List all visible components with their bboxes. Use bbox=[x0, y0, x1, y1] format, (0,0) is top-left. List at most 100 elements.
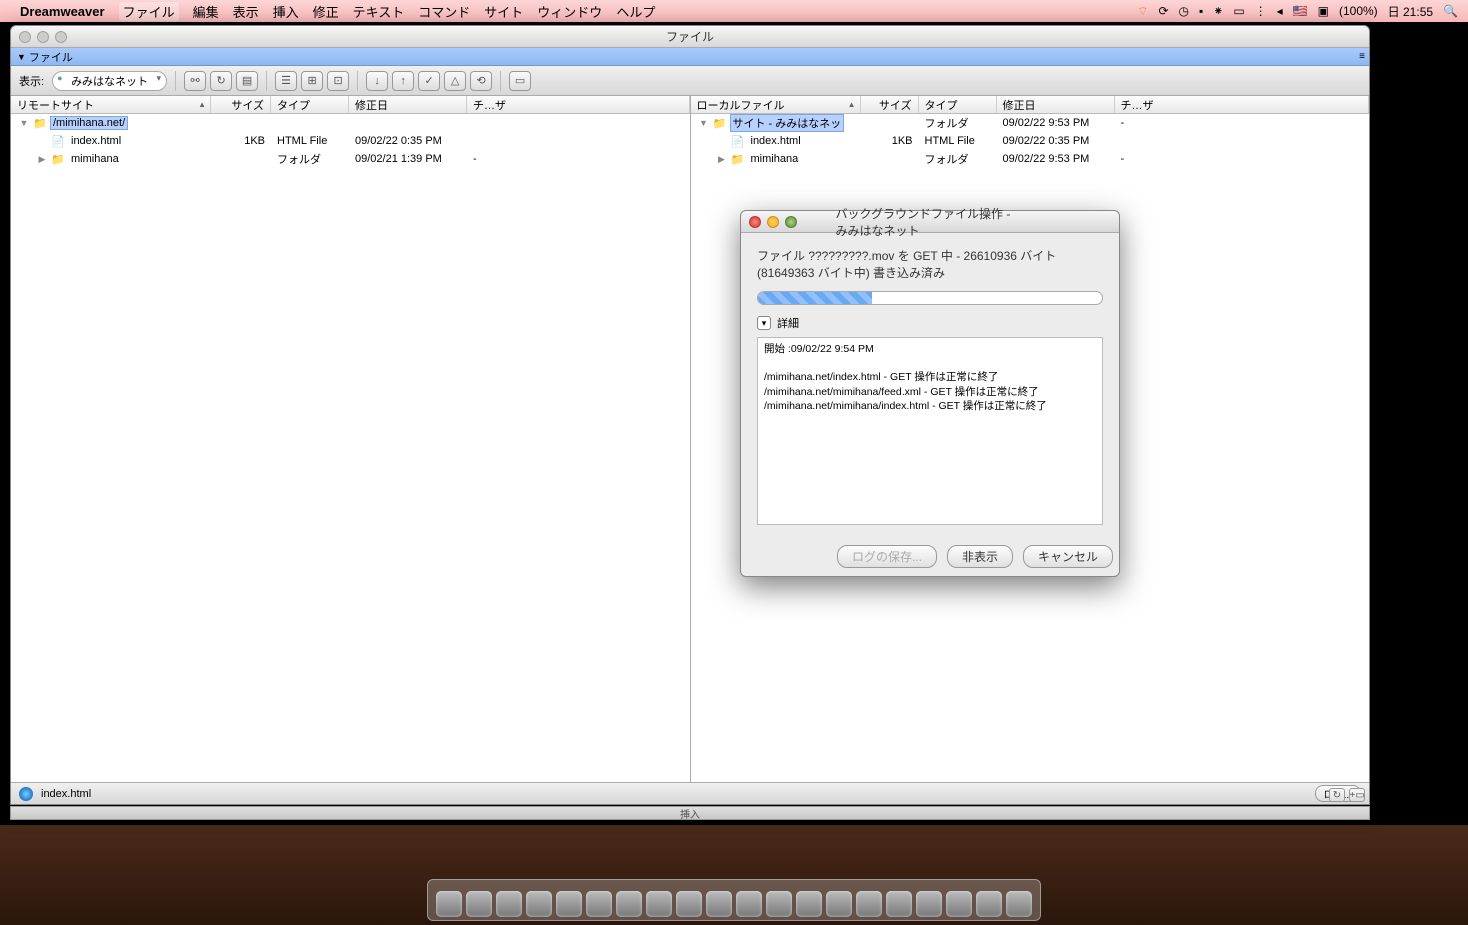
wifi-icon[interactable]: ⌔ bbox=[1137, 4, 1148, 19]
dock-item[interactable] bbox=[586, 891, 612, 917]
chevron-down-icon[interactable]: ▾ bbox=[757, 316, 771, 330]
volume-icon[interactable]: ◂ bbox=[1277, 4, 1283, 18]
menu-commands[interactable]: コマンド bbox=[418, 2, 470, 21]
disclosure-icon[interactable]: ▼ bbox=[17, 52, 26, 62]
display-icon[interactable]: ▭ bbox=[1233, 4, 1244, 18]
dock-item[interactable] bbox=[556, 891, 582, 917]
view-list-button[interactable]: ☰ bbox=[275, 71, 297, 91]
ftp-log-button[interactable]: ▤ bbox=[236, 71, 258, 91]
status-refresh-icon[interactable]: ↻ bbox=[1329, 788, 1345, 802]
panel-header[interactable]: ▼ ファイル ≡ bbox=[11, 48, 1369, 66]
menu-file[interactable]: ファイル bbox=[119, 2, 179, 21]
close-icon[interactable] bbox=[749, 216, 761, 228]
globe-icon[interactable] bbox=[19, 787, 33, 801]
close-icon[interactable] bbox=[19, 31, 31, 43]
dock-item[interactable] bbox=[856, 891, 882, 917]
zoom-icon[interactable] bbox=[785, 216, 797, 228]
dock-item[interactable] bbox=[436, 891, 462, 917]
menu-help[interactable]: ヘルプ bbox=[616, 2, 655, 21]
menu-view[interactable]: 表示 bbox=[233, 2, 259, 21]
save-log-button[interactable]: ログの保存... bbox=[837, 545, 937, 568]
remote-columns: リモートサイト サイズ タイプ 修正日 チ…ザ bbox=[11, 96, 690, 114]
col-checked[interactable]: チ…ザ bbox=[1115, 96, 1370, 113]
disclosure-icon[interactable]: ▼ bbox=[19, 118, 29, 128]
disclosure-icon[interactable]: ▶ bbox=[717, 154, 727, 165]
view-tree-button[interactable]: ⊡ bbox=[327, 71, 349, 91]
dock-item[interactable] bbox=[886, 891, 912, 917]
battery-icon[interactable]: ▣ bbox=[1318, 4, 1329, 18]
menu-site[interactable]: サイト bbox=[484, 2, 523, 21]
col-name[interactable]: ローカルファイル bbox=[691, 96, 861, 113]
table-row[interactable]: ▶ 📁 mimihana フォルダ 09/02/21 1:39 PM - bbox=[11, 150, 690, 168]
window-titlebar[interactable]: ファイル bbox=[11, 26, 1369, 48]
get-button[interactable]: ↓ bbox=[366, 71, 388, 91]
put-button[interactable]: ↑ bbox=[392, 71, 414, 91]
col-size[interactable]: サイズ bbox=[861, 96, 919, 113]
panel-menu-icon[interactable]: ≡ bbox=[1359, 51, 1365, 62]
col-checked[interactable]: チ…ザ bbox=[467, 96, 690, 113]
details-toggle[interactable]: ▾ 詳細 bbox=[757, 315, 1103, 331]
col-modified[interactable]: 修正日 bbox=[349, 96, 467, 113]
insert-panel-collapsed[interactable]: 挿入 bbox=[10, 806, 1370, 820]
menu-insert[interactable]: 挿入 bbox=[273, 2, 299, 21]
spotlight-icon[interactable]: 🔍 bbox=[1443, 4, 1458, 18]
dock-item[interactable] bbox=[946, 891, 972, 917]
dock-item[interactable] bbox=[526, 891, 552, 917]
status-icon[interactable]: ▪ bbox=[1199, 4, 1203, 18]
dock-item[interactable] bbox=[736, 891, 762, 917]
app-name[interactable]: Dreamweaver bbox=[20, 4, 105, 19]
dock-item[interactable] bbox=[676, 891, 702, 917]
dock-item[interactable] bbox=[976, 891, 1002, 917]
zoom-icon[interactable] bbox=[55, 31, 67, 43]
site-select[interactable]: みみはなネット bbox=[52, 71, 167, 91]
dock-item[interactable] bbox=[646, 891, 672, 917]
bluetooth-icon[interactable]: ⁕ bbox=[1213, 4, 1223, 18]
flag-icon[interactable]: 🇺🇸 bbox=[1293, 4, 1308, 18]
dock-item[interactable] bbox=[496, 891, 522, 917]
dock-item[interactable] bbox=[796, 891, 822, 917]
sync-button[interactable]: ⟲ bbox=[470, 71, 492, 91]
disclosure-icon[interactable]: ▶ bbox=[37, 154, 47, 165]
connect-button[interactable]: ⚯ bbox=[184, 71, 206, 91]
transfer-log[interactable]: 開始 :09/02/22 9:54 PM /mimihana.net/index… bbox=[757, 337, 1103, 525]
table-row[interactable]: 📄 index.html 1KB HTML File 09/02/22 0:35… bbox=[11, 132, 690, 150]
table-row[interactable]: ▼ 📁 /mimihana.net/ bbox=[11, 114, 690, 132]
col-type[interactable]: タイプ bbox=[919, 96, 997, 113]
col-type[interactable]: タイプ bbox=[271, 96, 349, 113]
disclosure-icon[interactable]: ▼ bbox=[699, 118, 709, 128]
table-row[interactable]: ▶ 📁 mimihana フォルダ 09/02/22 9:53 PM - bbox=[691, 150, 1370, 168]
col-modified[interactable]: 修正日 bbox=[997, 96, 1115, 113]
dock[interactable] bbox=[427, 879, 1041, 921]
view-grid-button[interactable]: ⊞ bbox=[301, 71, 323, 91]
menu-text[interactable]: テキスト bbox=[353, 2, 405, 21]
remote-tree[interactable]: ▼ 📁 /mimihana.net/ 📄 index.html 1KB HTML… bbox=[11, 114, 690, 782]
minimize-icon[interactable] bbox=[37, 31, 49, 43]
table-row[interactable]: ▼ 📁 サイト - みみはなネッ フォルダ 09/02/22 9:53 PM - bbox=[691, 114, 1370, 132]
menu-edit[interactable]: 編集 bbox=[193, 2, 219, 21]
hide-button[interactable]: 非表示 bbox=[947, 545, 1013, 568]
table-row[interactable]: 📄 index.html 1KB HTML File 09/02/22 0:35… bbox=[691, 132, 1370, 150]
dock-item[interactable] bbox=[616, 891, 642, 917]
clock-icon[interactable]: ◷ bbox=[1179, 4, 1189, 18]
checkout-button[interactable]: ✓ bbox=[418, 71, 440, 91]
menu-window[interactable]: ウィンドウ bbox=[537, 2, 602, 21]
dock-item[interactable] bbox=[706, 891, 732, 917]
sync-icon[interactable]: ⟳ bbox=[1158, 4, 1168, 18]
dock-item[interactable] bbox=[466, 891, 492, 917]
airport-icon[interactable]: ⋮ bbox=[1255, 4, 1267, 18]
cancel-button[interactable]: キャンセル bbox=[1023, 545, 1113, 568]
minimize-icon[interactable] bbox=[767, 216, 779, 228]
expand-button[interactable]: ▭ bbox=[509, 71, 531, 91]
dock-item[interactable] bbox=[766, 891, 792, 917]
status-expand-icon[interactable]: +▭ bbox=[1349, 788, 1365, 802]
dock-item[interactable] bbox=[1006, 891, 1032, 917]
col-name[interactable]: リモートサイト bbox=[11, 96, 211, 113]
refresh-button[interactable]: ↻ bbox=[210, 71, 232, 91]
col-size[interactable]: サイズ bbox=[211, 96, 271, 113]
checkin-button[interactable]: △ bbox=[444, 71, 466, 91]
dock-item[interactable] bbox=[916, 891, 942, 917]
dialog-titlebar[interactable]: バックグラウンドファイル操作 - みみはなネット bbox=[741, 211, 1119, 233]
menu-modify[interactable]: 修正 bbox=[313, 2, 339, 21]
dock-item[interactable] bbox=[826, 891, 852, 917]
clock-text[interactable]: 日 21:55 bbox=[1388, 3, 1433, 20]
